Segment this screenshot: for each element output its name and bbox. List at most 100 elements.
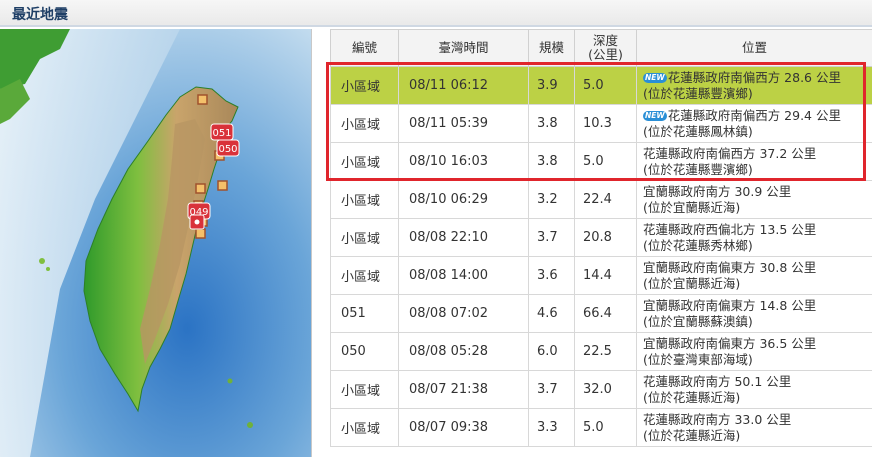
location-line: NEW 花蓮縣政府南偏西方 28.6 公里 [643, 70, 866, 86]
location-text: 宜蘭縣政府南偏東方 30.8 公里 [643, 259, 817, 275]
earthquake-table-container: 編號 臺灣時間 規模 深度 (公里) 位置 小區域 08/11 06:12 3.9 5… [330, 29, 872, 457]
column-header-time[interactable]: 臺灣時間 [398, 29, 529, 67]
cell-magnitude: 3.7 [528, 370, 575, 409]
location-line: NEW 花蓮縣政府南偏西方 29.4 公里 [643, 108, 866, 124]
cell-magnitude: 6.0 [528, 332, 575, 371]
table-row[interactable]: 051 08/08 07:02 4.6 66.4 宜蘭縣政府南偏東方 14.8 公里 (位… [330, 294, 872, 333]
cell-magnitude: 3.8 [528, 104, 575, 143]
cell-location: 花蓮縣政府南方 33.0 公里 (位於花蓮縣近海) [636, 408, 872, 447]
location-detail: (位於臺灣東部海域) [643, 351, 753, 367]
table-row[interactable]: 小區域 08/10 16:03 3.8 5.0 花蓮縣政府南偏西方 37.2 公里 (位於… [330, 142, 872, 181]
location-detail: (位於花蓮縣近海) [643, 389, 741, 405]
marker-minor-event[interactable] [195, 183, 206, 194]
cell-id[interactable]: 小區域 [330, 408, 399, 447]
marker-minor-event[interactable] [217, 180, 228, 191]
location-detail: (位於花蓮縣秀林鄉) [643, 237, 753, 253]
column-header-id[interactable]: 編號 [330, 29, 399, 67]
cell-location: 宜蘭縣政府南偏東方 36.5 公里 (位於臺灣東部海域) [636, 332, 872, 371]
cell-id[interactable]: 051 [330, 294, 399, 333]
location-detail: (位於花蓮縣鳳林鎮) [643, 123, 753, 139]
cell-time: 08/08 14:00 [398, 256, 529, 295]
location-text: 花蓮縣政府南方 33.0 公里 [643, 411, 792, 427]
cell-time: 08/10 06:29 [398, 180, 529, 219]
penghu-islands [39, 258, 45, 264]
table-header-row: 編號 臺灣時間 規模 深度 (公里) 位置 [330, 29, 872, 67]
cell-depth: 5.0 [574, 66, 637, 105]
table-row[interactable]: 小區域 08/11 05:39 3.8 10.3 NEW 花蓮縣政府南偏西方 29.4 公… [330, 104, 872, 143]
cell-time: 08/08 05:28 [398, 332, 529, 371]
cell-magnitude: 3.6 [528, 256, 575, 295]
cell-magnitude: 3.3 [528, 408, 575, 447]
cell-depth: 5.0 [574, 142, 637, 181]
cell-id[interactable]: 050 [330, 332, 399, 371]
cell-id[interactable]: 小區域 [330, 218, 399, 257]
column-header-depth[interactable]: 深度 (公里) [574, 29, 637, 67]
column-header-depth-line1: 深度 [592, 33, 618, 48]
location-detail: (位於花蓮縣豐濱鄉) [643, 161, 753, 177]
new-badge: NEW [643, 72, 667, 83]
location-detail: (位於宜蘭縣近海) [643, 199, 741, 215]
marker-051-label: 051 [212, 128, 231, 139]
cell-time: 08/11 05:39 [398, 104, 529, 143]
table-row[interactable]: 小區域 08/07 21:38 3.7 32.0 花蓮縣政府南方 50.1 公里 (位於花… [330, 370, 872, 409]
cell-depth: 32.0 [574, 370, 637, 409]
location-detail: (位於花蓮縣豐濱鄉) [643, 85, 753, 101]
cell-depth: 14.4 [574, 256, 637, 295]
location-text: 宜蘭縣政府南方 30.9 公里 [643, 183, 792, 199]
marker-latest-event[interactable] [189, 214, 205, 230]
location-line: 宜蘭縣政府南偏東方 14.8 公里 [643, 298, 866, 314]
cell-magnitude: 3.2 [528, 180, 575, 219]
marker-minor-event[interactable] [195, 228, 206, 239]
marker-050-label: 050 [218, 144, 237, 155]
taiwan-map-svg: 051 050 049 [0, 29, 311, 457]
table-row[interactable]: 小區域 08/08 14:00 3.6 14.4 宜蘭縣政府南偏東方 30.8 公里 (位… [330, 256, 872, 295]
cell-depth: 5.0 [574, 408, 637, 447]
location-text: 花蓮縣政府南偏西方 28.6 公里 [667, 69, 841, 85]
cell-location: 花蓮縣政府南方 50.1 公里 (位於花蓮縣近海) [636, 370, 872, 409]
cell-location: 宜蘭縣政府南偏東方 30.8 公里 (位於宜蘭縣近海) [636, 256, 872, 295]
green-island [227, 378, 233, 384]
cell-id[interactable]: 小區域 [330, 370, 399, 409]
location-detail: (位於花蓮縣近海) [643, 427, 741, 443]
cell-id[interactable]: 小區域 [330, 142, 399, 181]
cell-location: 花蓮縣政府西偏北方 13.5 公里 (位於花蓮縣秀林鄉) [636, 218, 872, 257]
table-row[interactable]: 050 08/08 05:28 6.0 22.5 宜蘭縣政府南偏東方 36.5 公里 (位… [330, 332, 872, 371]
marker-051[interactable]: 051 [210, 123, 234, 141]
header-divider [0, 25, 872, 27]
location-line: 花蓮縣政府西偏北方 13.5 公里 [643, 222, 866, 238]
table-row[interactable]: 小區域 08/11 06:12 3.9 5.0 NEW 花蓮縣政府南偏西方 28.6 公里… [330, 66, 872, 105]
earthquake-map[interactable]: 051 050 049 [0, 29, 312, 457]
cell-location: 宜蘭縣政府南方 30.9 公里 (位於宜蘭縣近海) [636, 180, 872, 219]
cell-location: NEW 花蓮縣政府南偏西方 28.6 公里 (位於花蓮縣豐濱鄉) [636, 66, 872, 105]
cell-id[interactable]: 小區域 [330, 66, 399, 105]
cell-time: 08/07 09:38 [398, 408, 529, 447]
location-line: 宜蘭縣政府南偏東方 30.8 公里 [643, 260, 866, 276]
marker-minor-event[interactable] [197, 94, 208, 105]
cell-magnitude: 3.7 [528, 218, 575, 257]
column-header-magnitude[interactable]: 規模 [528, 29, 575, 67]
cell-location: 宜蘭縣政府南偏東方 14.8 公里 (位於宜蘭縣蘇澳鎮) [636, 294, 872, 333]
column-header-location[interactable]: 位置 [636, 29, 872, 67]
cell-id[interactable]: 小區域 [330, 104, 399, 143]
cell-magnitude: 3.8 [528, 142, 575, 181]
cell-time: 08/08 07:02 [398, 294, 529, 333]
cell-depth: 66.4 [574, 294, 637, 333]
cell-depth: 22.5 [574, 332, 637, 371]
cell-time: 08/11 06:12 [398, 66, 529, 105]
location-line: 花蓮縣政府南方 33.0 公里 [643, 412, 866, 428]
cell-magnitude: 4.6 [528, 294, 575, 333]
cell-location: 花蓮縣政府南偏西方 37.2 公里 (位於花蓮縣豐濱鄉) [636, 142, 872, 181]
column-header-depth-line2: (公里) [588, 47, 623, 62]
section-header: 最近地震 [0, 0, 872, 27]
table-row[interactable]: 小區域 08/10 06:29 3.2 22.4 宜蘭縣政府南方 30.9 公里 (位於宜… [330, 180, 872, 219]
location-detail: (位於宜蘭縣近海) [643, 275, 741, 291]
new-badge: NEW [643, 110, 667, 121]
marker-050[interactable]: 050 [216, 139, 240, 157]
location-line: 花蓮縣政府南方 50.1 公里 [643, 374, 866, 390]
location-text: 花蓮縣政府西偏北方 13.5 公里 [643, 221, 817, 237]
cell-id[interactable]: 小區域 [330, 180, 399, 219]
cell-time: 08/07 21:38 [398, 370, 529, 409]
table-row[interactable]: 小區域 08/07 09:38 3.3 5.0 花蓮縣政府南方 33.0 公里 (位於花蓮… [330, 408, 872, 447]
cell-id[interactable]: 小區域 [330, 256, 399, 295]
table-row[interactable]: 小區域 08/08 22:10 3.7 20.8 花蓮縣政府西偏北方 13.5 公里 (位… [330, 218, 872, 257]
